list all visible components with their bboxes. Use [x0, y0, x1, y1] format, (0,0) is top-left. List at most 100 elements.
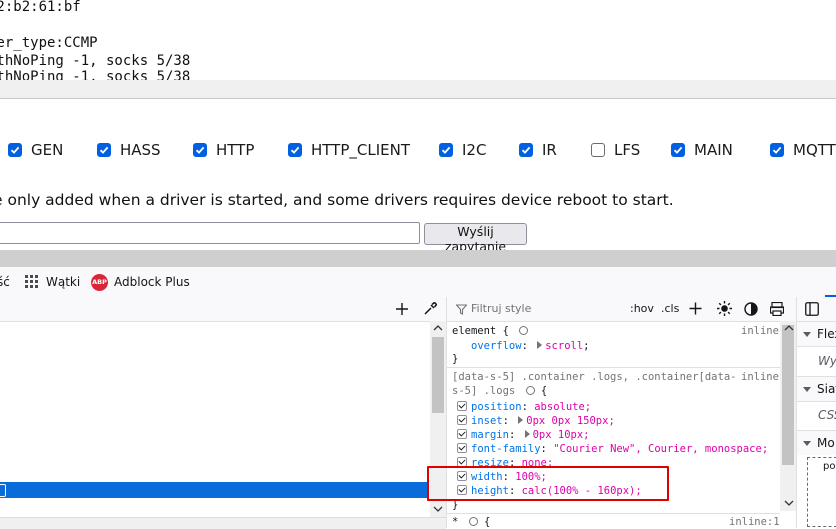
checkbox-gen[interactable]: GEN — [8, 138, 63, 162]
driver-info-text: e only added when a driver is started, a… — [0, 191, 674, 209]
checkbox-label: MQTT — [793, 141, 836, 159]
command-input[interactable] — [0, 222, 420, 244]
checkbox-unchecked-icon[interactable] — [591, 143, 605, 157]
rule-selector-part: s-5] .logs — [452, 385, 516, 397]
declaration-value[interactable]: absolute; — [534, 401, 591, 413]
adblock-plus-icon: ABP — [91, 273, 108, 291]
declaration-property[interactable]: position — [471, 401, 522, 413]
collapse-icon — [803, 440, 811, 446]
devtools-tab-bar: ść Wątki ABP Adblock Plus — [0, 267, 836, 298]
section-box-model[interactable]: Mo — [797, 430, 836, 456]
rule-divider — [447, 367, 780, 368]
rule-header: * { — [452, 516, 491, 528]
rules-toolbar: Filtruj style :hov .cls — [447, 297, 797, 322]
scroll-up-icon[interactable] — [784, 324, 794, 332]
checkbox-mqtt[interactable]: MQTT — [770, 138, 836, 162]
print-media-icon[interactable] — [770, 302, 784, 316]
rules-scroll-thumb[interactable] — [782, 325, 794, 465]
expand-icon[interactable] — [537, 341, 543, 349]
dark-mode-icon[interactable] — [744, 302, 758, 316]
filter-styles-input[interactable]: Filtruj style — [471, 302, 531, 315]
threads-icon — [25, 275, 38, 288]
checkbox-checked-icon[interactable] — [193, 143, 207, 157]
section-flexbox[interactable]: Flex — [797, 321, 836, 347]
rule-selector: [data-s-5] .container .logs, .container[… — [452, 371, 736, 383]
add-node-icon[interactable] — [395, 302, 409, 316]
markup-horizontal-scrollbar[interactable] — [0, 517, 446, 529]
tab-label: Adblock Plus — [114, 275, 190, 289]
declaration-row: inset: 0px 0px 150px; — [457, 415, 615, 427]
declaration-value[interactable]: 0px 10px; — [533, 429, 590, 441]
declaration-row: margin: 0px 10px; — [457, 429, 590, 441]
devtools-splitter[interactable] — [0, 250, 836, 268]
collapse-icon — [803, 331, 811, 337]
expand-icon[interactable] — [518, 416, 524, 424]
checkbox-http[interactable]: HTTP — [193, 138, 254, 162]
declaration-checkbox[interactable] — [457, 443, 467, 453]
section-grid[interactable]: Siat — [797, 376, 836, 402]
checkbox-checked-icon[interactable] — [439, 143, 453, 157]
checkbox-checked-icon[interactable] — [97, 143, 111, 157]
checkbox-checked-icon[interactable] — [519, 143, 533, 157]
highlight-annotation-box — [427, 466, 669, 501]
declaration-value[interactable]: 0px 0px 150px; — [526, 415, 615, 427]
rule-source[interactable]: inline — [741, 325, 779, 337]
rule-source[interactable]: inline:1 — [729, 516, 780, 528]
classes-toggle[interactable]: .cls — [661, 302, 679, 315]
log-output: 42:b2:61:bf her_type:CCMP ithNoPing -1, … — [0, 0, 836, 80]
checkbox-ir[interactable]: IR — [519, 138, 557, 162]
light-mode-icon[interactable] — [717, 301, 732, 316]
declaration-value[interactable]: scroll — [545, 340, 583, 352]
checkbox-label: HTTP — [216, 141, 255, 159]
rule-settings-icon[interactable] — [519, 326, 529, 335]
tab-label: Wątki — [46, 275, 81, 289]
add-rule-icon[interactable] — [689, 302, 702, 315]
tab-adblock-plus[interactable]: ABP Adblock Plus — [91, 267, 190, 297]
active-tab-indicator — [825, 295, 836, 297]
checkbox-i2c[interactable]: I2C — [439, 138, 486, 162]
rule-settings-icon[interactable] — [468, 517, 478, 526]
scroll-down-icon[interactable] — [784, 499, 794, 507]
declaration-checkbox[interactable] — [457, 401, 467, 411]
checkbox-checked-icon[interactable] — [671, 143, 685, 157]
tab-truncated[interactable]: ść — [0, 267, 10, 297]
send-command-button[interactable]: Wyślij zapytanie — [424, 223, 527, 254]
declaration-checkbox[interactable] — [457, 415, 467, 425]
scroll-down-icon[interactable] — [433, 505, 443, 513]
tab-label: ść — [0, 275, 10, 289]
checkbox-lfs[interactable]: LFS — [591, 138, 640, 162]
markup-scroll-thumb[interactable] — [432, 337, 444, 413]
rule-source[interactable]: inline — [741, 371, 779, 383]
checkbox-label: GEN — [31, 141, 64, 159]
log-horizontal-scrollbar[interactable] — [0, 80, 836, 99]
expand-icon[interactable] — [524, 430, 530, 438]
checkbox-hass[interactable]: HASS — [97, 138, 161, 162]
declaration-row: font-family: "Courier New", Courier, mon… — [457, 443, 768, 455]
declaration-property[interactable]: margin — [471, 429, 509, 441]
eyedropper-icon[interactable] — [423, 302, 437, 316]
declaration-property[interactable]: overflow — [471, 340, 522, 352]
scroll-up-icon[interactable] — [433, 324, 443, 332]
rule-selector: element — [452, 325, 497, 337]
hover-states-toggle[interactable]: :hov — [630, 302, 654, 315]
checkbox-main[interactable]: MAIN — [671, 138, 733, 162]
collapse-icon — [803, 386, 811, 392]
checkbox-checked-icon[interactable] — [288, 143, 302, 157]
toggle-sidebar-icon[interactable] — [805, 302, 819, 316]
checkbox-checked-icon[interactable] — [8, 143, 22, 157]
declaration-checkbox[interactable] — [457, 429, 467, 439]
section-subtitle: CSS — [818, 408, 836, 422]
declaration-value[interactable]: "Courier New", Courier, monospace; — [553, 443, 768, 455]
checkbox-label: I2C — [462, 141, 487, 159]
declaration-row: position: absolute; — [457, 401, 591, 413]
checkbox-http-client[interactable]: HTTP_CLIENT — [288, 138, 410, 162]
selected-markup-node[interactable] — [0, 482, 428, 498]
declaration-property[interactable]: inset — [471, 415, 503, 427]
declaration-property[interactable]: font-family — [471, 443, 541, 455]
checkbox-label: MAIN — [694, 141, 733, 159]
markup-toolbar — [0, 297, 446, 322]
checkbox-checked-icon[interactable] — [770, 143, 784, 157]
rule-settings-icon[interactable] — [525, 386, 535, 395]
node-tag-marker — [0, 484, 6, 497]
tab-threads[interactable]: Wątki — [25, 267, 80, 297]
